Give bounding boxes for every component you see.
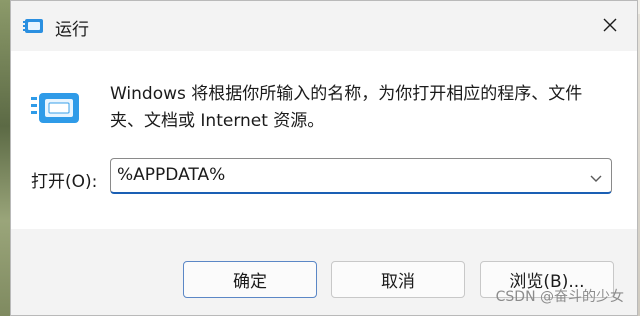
open-combobox[interactable]: %APPDATA% [110, 158, 612, 194]
open-label: 打开(O): [31, 172, 98, 192]
titlebar: 运行 [11, 1, 637, 51]
run-window-icon [31, 89, 83, 127]
dialog-content: Windows 将根据你所输入的名称，为你打开相应的程序、文件夹、文档或 Int… [11, 51, 637, 229]
chevron-down-icon[interactable] [589, 170, 603, 182]
run-dialog: 运行 Windows 将根据你所输入的名称，为你打开相应的程序、文件夹、文档或 … [10, 0, 638, 316]
ok-button[interactable]: 确定 [183, 261, 317, 298]
dialog-description: Windows 将根据你所输入的名称，为你打开相应的程序、文件夹、文档或 Int… [110, 84, 583, 131]
close-icon [603, 18, 617, 32]
watermark: CSDN @奋斗的少女 [495, 289, 624, 305]
cancel-button[interactable]: 取消 [331, 261, 465, 298]
close-button[interactable] [597, 12, 623, 38]
open-input-value[interactable]: %APPDATA% [117, 165, 225, 185]
window-title: 运行 [55, 20, 89, 40]
run-icon [23, 15, 45, 37]
